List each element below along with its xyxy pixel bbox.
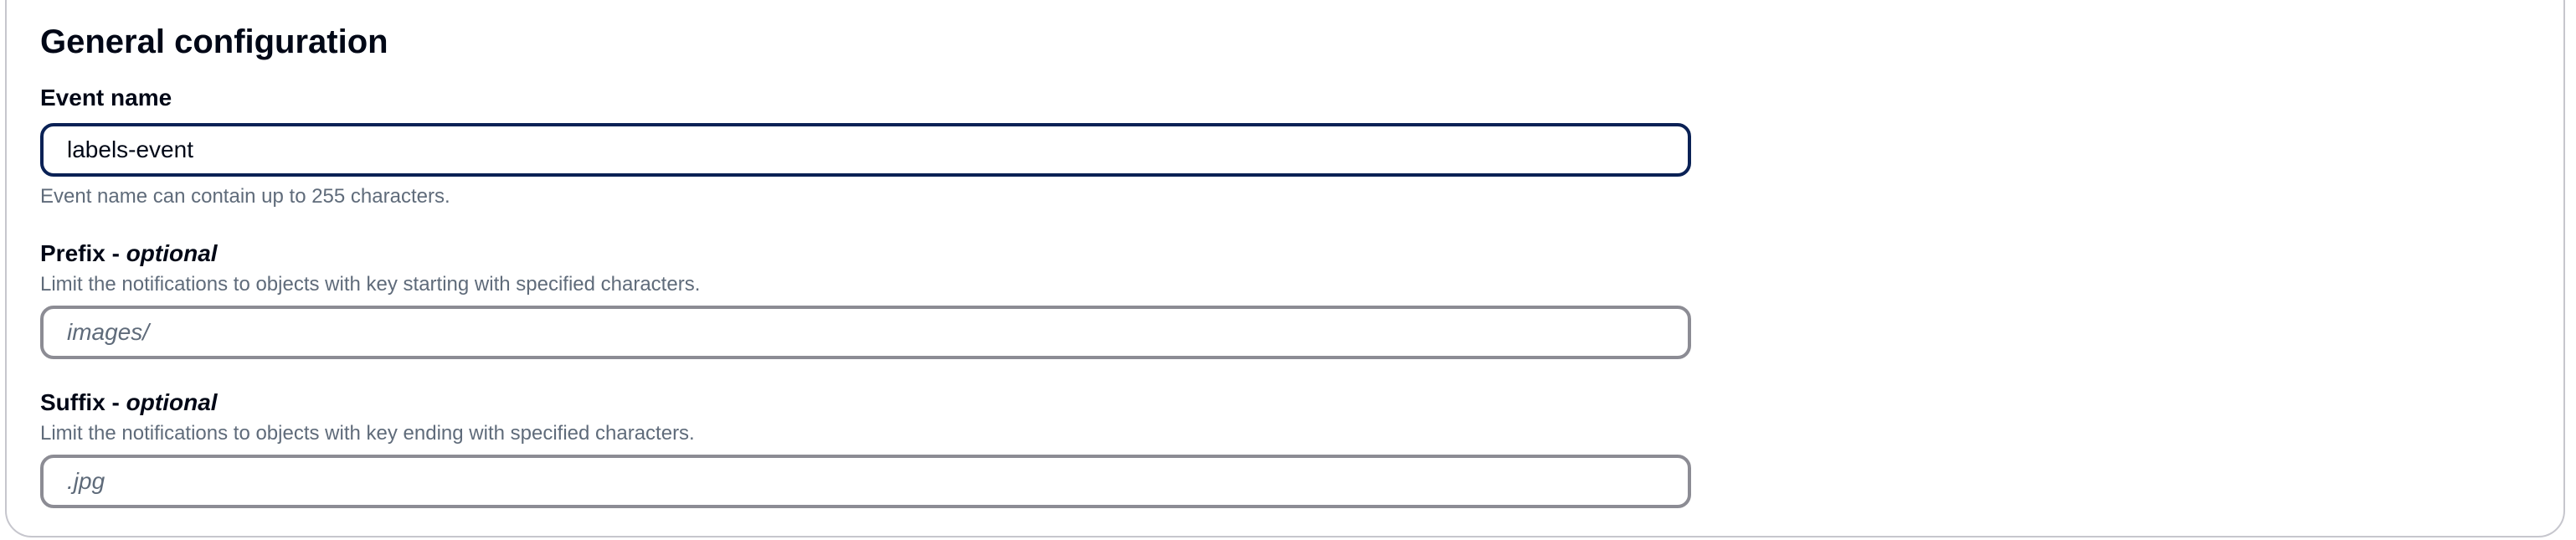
suffix-label: Suffix - optional	[40, 388, 218, 417]
suffix-label-text: Suffix -	[40, 389, 126, 415]
event-name-input[interactable]	[40, 123, 1691, 177]
event-name-hint: Event name can contain up to 255 charact…	[40, 185, 450, 208]
section-title: General configuration	[40, 23, 388, 60]
prefix-input[interactable]	[40, 306, 1691, 359]
suffix-optional-tag: optional	[126, 389, 218, 415]
suffix-description: Limit the notifications to objects with …	[40, 422, 695, 445]
suffix-input[interactable]	[40, 455, 1691, 508]
prefix-description: Limit the notifications to objects with …	[40, 273, 701, 296]
prefix-optional-tag: optional	[126, 240, 218, 266]
prefix-label: Prefix - optional	[40, 239, 218, 268]
event-name-label: Event name	[40, 85, 172, 111]
prefix-label-text: Prefix -	[40, 240, 126, 266]
